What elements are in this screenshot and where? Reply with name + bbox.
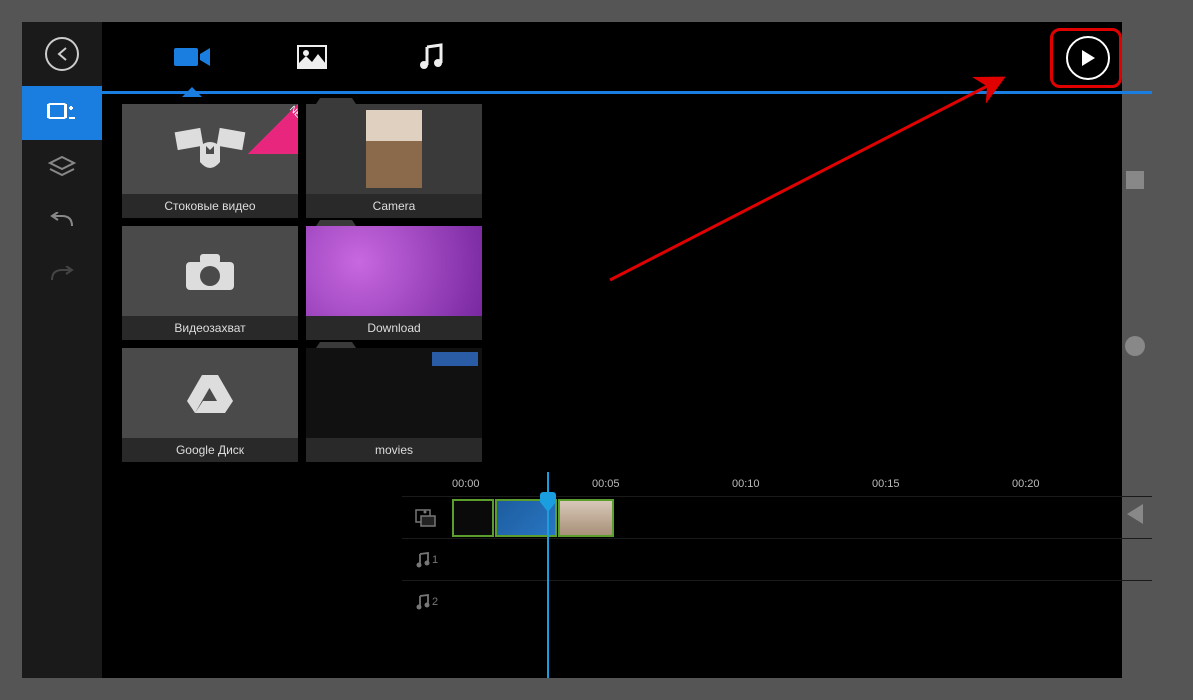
google-drive-icon — [185, 371, 235, 415]
tab-video[interactable] — [132, 27, 252, 87]
folder-camera[interactable]: Camera — [306, 104, 482, 218]
folder-stock-video[interactable]: NEW Стоковые видео — [122, 104, 298, 218]
audio-track-head: 1 — [402, 552, 452, 568]
folder-label: Google Диск — [122, 438, 298, 462]
clip-1[interactable] — [452, 499, 494, 537]
video-track[interactable] — [402, 496, 1152, 538]
folder-label: Download — [306, 316, 482, 340]
sidebar-undo[interactable] — [22, 194, 102, 248]
movies-thumbnail — [432, 352, 478, 366]
time-tick: 00:05 — [592, 478, 732, 490]
sidebar-media-library[interactable] — [22, 86, 102, 140]
camera-icon — [180, 248, 240, 294]
folder-movies[interactable]: movies — [306, 348, 482, 462]
new-badge: NEW — [248, 104, 298, 154]
tracks-area[interactable]: 1 2 — [402, 496, 1152, 678]
nav-back-triangle[interactable] — [1125, 503, 1145, 530]
audio-track-1[interactable]: 1 — [402, 538, 1152, 580]
app-frame: NEW Стоковые видео Camera — [22, 22, 1122, 678]
camera-thumbnail — [366, 110, 422, 188]
system-nav-bar — [1105, 0, 1165, 700]
play-button[interactable] — [1066, 36, 1110, 80]
folder-label: Camera — [306, 194, 482, 218]
nav-recents-square[interactable] — [1125, 170, 1145, 195]
folder-google-drive[interactable]: Google Диск — [122, 348, 298, 462]
time-ruler[interactable]: 00:00 00:05 00:10 00:15 00:20 — [452, 472, 1152, 496]
clip-3[interactable] — [558, 499, 614, 537]
audio-track-2[interactable]: 2 — [402, 580, 1152, 622]
nav-home-circle[interactable] — [1124, 335, 1146, 362]
folder-video-capture[interactable]: Видеозахват — [122, 226, 298, 340]
download-thumbnail — [306, 226, 482, 316]
sidebar-layers[interactable] — [22, 140, 102, 194]
folder-label: Видеозахват — [122, 316, 298, 340]
stock-video-icon — [170, 124, 250, 174]
sidebar-redo — [22, 248, 102, 302]
time-tick: 00:00 — [452, 478, 592, 490]
left-sidebar — [22, 22, 102, 678]
folder-download[interactable]: Download — [306, 226, 482, 340]
tab-image[interactable] — [252, 27, 372, 87]
back-button[interactable] — [45, 37, 79, 71]
video-track-head — [402, 508, 452, 528]
timeline: 00:00 00:05 00:10 00:15 00:20 — [102, 472, 1152, 678]
folder-label: Стоковые видео — [122, 194, 298, 218]
folder-label: movies — [306, 438, 482, 462]
audio-track-head: 2 — [402, 594, 452, 610]
time-tick: 00:10 — [732, 478, 872, 490]
time-tick: 00:15 — [872, 478, 1012, 490]
folder-grid: NEW Стоковые видео Camera — [102, 94, 1152, 472]
video-clips — [452, 499, 615, 537]
playhead[interactable] — [547, 472, 549, 678]
media-type-tabs — [102, 22, 1152, 94]
tab-music[interactable] — [372, 27, 492, 87]
main-area: NEW Стоковые видео Camera — [102, 22, 1152, 678]
